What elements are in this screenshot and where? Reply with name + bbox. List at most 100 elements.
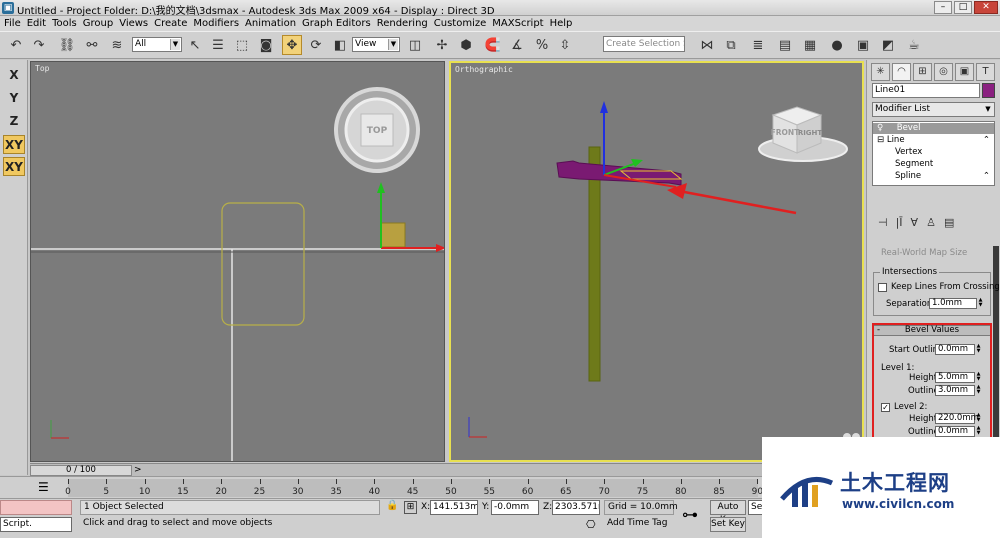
close-icon[interactable]: ✕ xyxy=(974,1,998,14)
menu-animation[interactable]: Animation xyxy=(244,18,301,29)
spinner-snap-icon[interactable]: ⇳ xyxy=(555,35,575,55)
gizmo-y-arrow-icon[interactable] xyxy=(377,182,385,193)
hierarchy-tab-icon[interactable]: ⊞ xyxy=(913,63,932,81)
restrict-to-y-button[interactable]: Y xyxy=(3,89,25,108)
restrict-to-x-button[interactable]: X xyxy=(3,66,25,85)
chevron-up-icon[interactable]: ⌃ xyxy=(983,135,990,146)
maxscript-listener-pink[interactable] xyxy=(0,500,72,515)
viewport-label-orthographic[interactable]: Orthographic xyxy=(455,65,513,74)
keyboard-shortcut-icon[interactable]: ⬢ xyxy=(456,35,476,55)
menu-tools[interactable]: Tools xyxy=(51,18,82,29)
gizmo-x-arrow-icon[interactable] xyxy=(436,244,445,252)
maximize-icon[interactable]: □ xyxy=(954,1,972,14)
chevron-up-icon[interactable]: ⌃ xyxy=(983,171,990,182)
material-editor-icon[interactable]: ● xyxy=(827,35,847,55)
make-unique-icon[interactable]: ∀ xyxy=(911,216,919,232)
gizmo-y-arrow-icon[interactable] xyxy=(631,159,643,167)
menu-file[interactable]: File xyxy=(4,18,26,29)
angle-snap-icon[interactable]: ∡ xyxy=(507,35,527,55)
modify-tab-icon[interactable]: ◠ xyxy=(892,63,911,81)
absolute-mode-icon[interactable]: ⊞ xyxy=(404,501,417,514)
y-coordinate-field[interactable]: -0.0mm xyxy=(491,500,539,515)
stack-item-vertex[interactable]: Vertex xyxy=(873,147,994,158)
viewport-orthographic[interactable]: FRONT RIGHT Orthographic xyxy=(449,61,864,462)
viewcube-top[interactable]: TOP xyxy=(334,87,420,173)
select-object-icon[interactable]: ↖ xyxy=(185,35,205,55)
time-tag-icon[interactable]: ⎔ xyxy=(586,518,596,531)
menu-rendering[interactable]: Rendering xyxy=(376,18,433,29)
real-world-map-size-checkbox[interactable]: Real-World Map Size xyxy=(881,248,967,258)
stack-item-segment[interactable]: Segment xyxy=(873,159,994,170)
z-coordinate-field[interactable]: 2303.571m xyxy=(552,500,600,515)
snaps-toggle-icon[interactable]: 🧲 xyxy=(483,35,503,55)
menu-modifiers[interactable]: Modifiers xyxy=(192,18,244,29)
configure-modifier-sets-icon[interactable]: ▤ xyxy=(944,216,954,232)
selection-filter-dropdown[interactable]: All ▼ xyxy=(132,37,182,52)
minimize-icon[interactable]: – xyxy=(934,1,952,14)
set-key-button[interactable]: Set Key xyxy=(710,517,746,532)
add-time-tag-button[interactable]: Add Time Tag xyxy=(604,517,674,532)
mini-curve-editor-icon[interactable]: ☰ xyxy=(38,480,49,494)
next-frame-icon[interactable]: > xyxy=(134,465,142,475)
menu-views[interactable]: Views xyxy=(118,18,153,29)
undo-icon[interactable]: ↶ xyxy=(6,35,26,55)
render-setup-icon[interactable]: ▣ xyxy=(853,35,873,55)
select-and-scale-icon[interactable]: ◧ xyxy=(330,35,350,55)
separation-spinner[interactable]: 1.0mm ▲ ▼ xyxy=(929,298,982,309)
stack-item-bevel[interactable]: ♀ Bevel xyxy=(873,123,994,134)
reference-coordinate-dropdown[interactable]: View ▼ xyxy=(352,37,400,52)
named-selection-sets-field[interactable]: Create Selection Set xyxy=(603,36,685,52)
modifier-list-dropdown[interactable]: Modifier List ▼ xyxy=(872,102,995,117)
percent-snap-icon[interactable]: % xyxy=(532,35,552,55)
manipulate-icon[interactable]: ✢ xyxy=(432,35,452,55)
beveled-profile-object[interactable] xyxy=(556,160,682,186)
extruded-column-object[interactable] xyxy=(588,146,601,382)
time-slider[interactable]: 0 / 100 xyxy=(30,465,132,476)
frame-ruler[interactable]: 0 5 10 15 20 25 30 35 40 45 50 55 60 65 70 75 80 85 90 xyxy=(65,479,763,497)
rectangular-selection-icon[interactable]: ⬚ xyxy=(232,35,252,55)
menu-help[interactable]: Help xyxy=(549,18,578,29)
mirror-icon[interactable]: ⋈ xyxy=(697,35,717,55)
keep-lines-checkbox[interactable] xyxy=(878,283,887,292)
lock-selection-icon[interactable]: 🔒 xyxy=(386,500,398,511)
layer-manager-icon[interactable]: ≣ xyxy=(748,35,768,55)
utilities-tab-icon[interactable]: T xyxy=(976,63,995,81)
collapse-icon[interactable]: ⊟ xyxy=(877,135,884,145)
select-and-link-icon[interactable]: ⛓ xyxy=(57,35,77,55)
pivot-center-icon[interactable]: ◫ xyxy=(405,35,425,55)
schematic-view-icon[interactable]: ▦ xyxy=(800,35,820,55)
auto-key-button[interactable]: Auto Key xyxy=(710,500,746,525)
menu-edit[interactable]: Edit xyxy=(26,18,51,29)
unlink-icon[interactable]: ⚯ xyxy=(82,35,102,55)
remove-modifier-icon[interactable]: ♙ xyxy=(926,216,936,232)
maxscript-mini-listener[interactable]: Script. xyxy=(0,517,72,532)
stack-item-spline[interactable]: Spline ⌃ xyxy=(873,171,994,182)
selection-bounding-box[interactable] xyxy=(221,202,305,326)
show-end-result-icon[interactable]: |Ī xyxy=(896,216,903,232)
object-name-field[interactable]: Line01 xyxy=(872,83,980,98)
gizmo-xy-plane-handle[interactable] xyxy=(380,222,406,248)
select-by-name-icon[interactable]: ☰ xyxy=(208,35,228,55)
menu-maxscript[interactable]: MAXScript xyxy=(491,18,548,29)
menu-group[interactable]: Group xyxy=(82,18,118,29)
motion-tab-icon[interactable]: ◎ xyxy=(934,63,953,81)
menu-customize[interactable]: Customize xyxy=(433,18,492,29)
restrict-to-z-button[interactable]: Z xyxy=(3,112,25,131)
bind-space-warp-icon[interactable]: ≋ xyxy=(107,35,127,55)
render-production-icon[interactable]: ☕ xyxy=(904,35,924,55)
app-icon[interactable]: ▣ xyxy=(2,2,14,14)
window-crossing-icon[interactable]: ◙ xyxy=(256,35,276,55)
curve-editor-icon[interactable]: ▤ xyxy=(775,35,795,55)
lightbulb-icon[interactable]: ♀ xyxy=(877,123,883,133)
restrict-plane-cycle-button[interactable]: XY xyxy=(3,157,25,176)
redo-icon[interactable]: ↷ xyxy=(29,35,49,55)
gizmo-z-arrow-icon[interactable] xyxy=(600,101,608,113)
create-tab-icon[interactable]: ✳ xyxy=(871,63,890,81)
x-coordinate-field[interactable]: 141.513mm xyxy=(430,500,478,515)
select-and-rotate-icon[interactable]: ⟳ xyxy=(306,35,326,55)
menu-create[interactable]: Create xyxy=(153,18,192,29)
spinner-arrows-icon[interactable]: ▲ ▼ xyxy=(977,298,984,309)
display-tab-icon[interactable]: ▣ xyxy=(955,63,974,81)
select-and-move-icon[interactable]: ✥ xyxy=(282,35,302,55)
key-icon[interactable]: ⊶ xyxy=(682,505,698,524)
